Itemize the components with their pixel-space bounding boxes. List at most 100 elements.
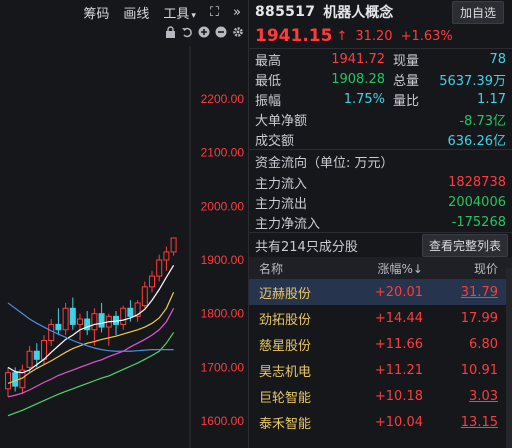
stats-row: 最高 1941.72 现量 78 — [249, 49, 512, 69]
list-item[interactable]: 迈赫股份 +20.01 31.79 — [249, 279, 512, 305]
big-order-net-row: 大单净额 -8.73亿 — [249, 109, 512, 129]
candle-body — [26, 350, 33, 368]
candle-body — [69, 307, 76, 325]
stock-pct-cell: +11.21 — [374, 362, 423, 378]
main-inflow-row: 主力流入 1828738 — [249, 172, 512, 192]
stock-pct-cell: +10.18 — [374, 388, 423, 404]
stock-price-cell: 10.91 — [460, 362, 498, 378]
candle-body — [5, 372, 11, 390]
chevron-down-icon: ▾ — [191, 10, 196, 21]
turnover-row: 成交额 636.26亿 — [249, 129, 512, 149]
list-scrollbar[interactable] — [506, 268, 512, 448]
main-outflow-label: 主力流出 — [255, 196, 308, 212]
stock-price-cell: 13.15 — [460, 414, 498, 430]
chart-toolbar: 筹码 画线 工具 ▾ ⛶ » — [0, 0, 248, 24]
stock-header: 885517 机器人概念 加自选 — [249, 0, 512, 24]
fund-flow-title: 资金流向（单位: 万元） — [255, 155, 394, 171]
candle-body — [127, 307, 134, 317]
main-outflow-row: 主力流出 2004006 — [249, 192, 512, 212]
high-label: 最高 — [255, 53, 282, 69]
stock-name: 机器人概念 — [323, 5, 394, 21]
kline-chart[interactable]: 2200.00 2100.00 2000.00 1900.00 1800.00 1700.… — [0, 0, 248, 448]
list-item[interactable]: 昊志机电 +11.21 10.91 — [249, 357, 512, 383]
turnover-value: 636.26亿 — [447, 133, 507, 149]
amplitude-value: 1.75% — [343, 91, 385, 107]
list-item[interactable]: 巨轮智能 +10.18 3.03 — [249, 383, 512, 409]
stock-price-cell: 3.03 — [469, 388, 498, 404]
stats-row: 最低 1908.28 总量 5637.39万 — [249, 69, 512, 89]
stats-table: 最高 1941.72 现量 78 最低 1908.28 总量 5637.39万 … — [249, 49, 512, 149]
y-tick-label: 1600.00 — [201, 414, 245, 428]
total-volume-value: 5637.39万 — [439, 73, 506, 89]
candle-body — [156, 259, 163, 277]
add-to-watchlist-button[interactable]: 加自选 — [451, 0, 504, 24]
candle-body — [12, 372, 19, 387]
main-inflow-label: 主力流入 — [255, 176, 308, 192]
chips-button[interactable]: 筹码 — [76, 3, 116, 22]
current-volume-label: 现量 — [393, 53, 420, 69]
main-inflow-value: 1828738 — [448, 174, 506, 190]
zoom-in-icon[interactable] — [198, 26, 210, 41]
volume-ratio-value: 1.17 — [477, 91, 506, 107]
draw-line-button[interactable]: 画线 — [116, 3, 156, 22]
stock-price-cell: 31.79 — [460, 284, 498, 300]
lock-icon[interactable] — [165, 25, 176, 41]
y-tick-label: 1700.00 — [201, 360, 245, 374]
candle-body — [98, 313, 105, 328]
last-price: 1941.15 — [255, 26, 333, 46]
gear-icon[interactable] — [232, 26, 244, 41]
constituents-list: 迈赫股份 +20.01 31.79 劲拓股份 +14.44 17.99 慈星股份… — [249, 279, 512, 435]
candle-body — [141, 286, 148, 307]
candle-body — [62, 307, 69, 331]
stats-row: 振幅 1.75% 量比 1.17 — [249, 89, 512, 109]
kline-chart-pane[interactable]: 2200.00 2100.00 2000.00 1900.00 1800.00 1700.… — [0, 0, 248, 448]
zoom-out-icon[interactable] — [215, 26, 227, 41]
list-item[interactable]: 劲拓股份 +14.44 17.99 — [249, 305, 512, 331]
big-order-net-label: 大单净额 — [255, 113, 308, 129]
volume-ratio-label: 量比 — [393, 93, 420, 109]
candle-body — [48, 323, 55, 341]
candle-body — [163, 251, 170, 261]
main-net-inflow-label: 主力净流入 — [255, 216, 321, 232]
y-tick-label: 1900.00 — [201, 253, 245, 267]
col-price-header[interactable]: 现价 — [423, 260, 512, 277]
main-outflow-value: 2004006 — [448, 194, 506, 210]
stock-pct-cell: +20.01 — [374, 284, 423, 300]
big-order-net-value: -8.73亿 — [459, 113, 506, 129]
view-full-list-button[interactable]: 查看完整列表 — [421, 233, 508, 257]
price-change-pct: +1.63% — [400, 28, 453, 44]
low-value: 1908.28 — [331, 71, 385, 87]
candle-body — [33, 350, 40, 360]
list-item[interactable]: 泰禾智能 +10.04 13.15 — [249, 409, 512, 435]
stock-price-cell: 17.99 — [460, 310, 498, 326]
undo-icon[interactable] — [181, 26, 193, 41]
main-net-inflow-value: -175268 — [451, 214, 506, 230]
candle-body — [149, 275, 155, 288]
stock-pct-cell: +10.04 — [374, 414, 423, 430]
stock-pct-cell: +14.44 — [374, 310, 423, 326]
stock-name-cell: 劲拓股份 — [259, 312, 312, 328]
expand-icon[interactable]: ⛶ — [203, 5, 226, 20]
col-pct-header[interactable]: 涨幅%↓ — [347, 260, 423, 277]
stock-pct-cell: +11.66 — [374, 336, 423, 352]
tools-label: 工具 — [163, 6, 190, 22]
stock-name-cell: 巨轮智能 — [259, 390, 312, 406]
amplitude-label: 振幅 — [255, 93, 282, 109]
tools-menu-button[interactable]: 工具 ▾ — [156, 3, 203, 22]
y-tick-label: 2200.00 — [201, 92, 245, 106]
y-tick-label: 2100.00 — [201, 146, 245, 160]
stock-name-cell: 迈赫股份 — [259, 286, 312, 302]
moving-average-line — [7, 291, 175, 384]
double-chevron-right-icon[interactable]: » — [226, 5, 248, 20]
candle-body — [170, 237, 177, 253]
stock-code: 885517 — [255, 4, 316, 20]
current-volume-value: 78 — [489, 51, 506, 67]
list-item[interactable]: 慈星股份 +11.66 6.80 — [249, 331, 512, 357]
price-change: 31.20 — [355, 28, 393, 44]
quote-panel: 885517 机器人概念 加自选 1941.15 ↑ 31.20 +1.63% … — [248, 0, 512, 448]
y-tick-label: 1800.00 — [201, 307, 245, 321]
constituents-bar: 共有214只成分股 查看完整列表 — [249, 233, 512, 257]
low-label: 最低 — [255, 73, 282, 89]
y-tick-label: 2000.00 — [201, 199, 245, 213]
col-name-header[interactable]: 名称 — [249, 260, 347, 277]
